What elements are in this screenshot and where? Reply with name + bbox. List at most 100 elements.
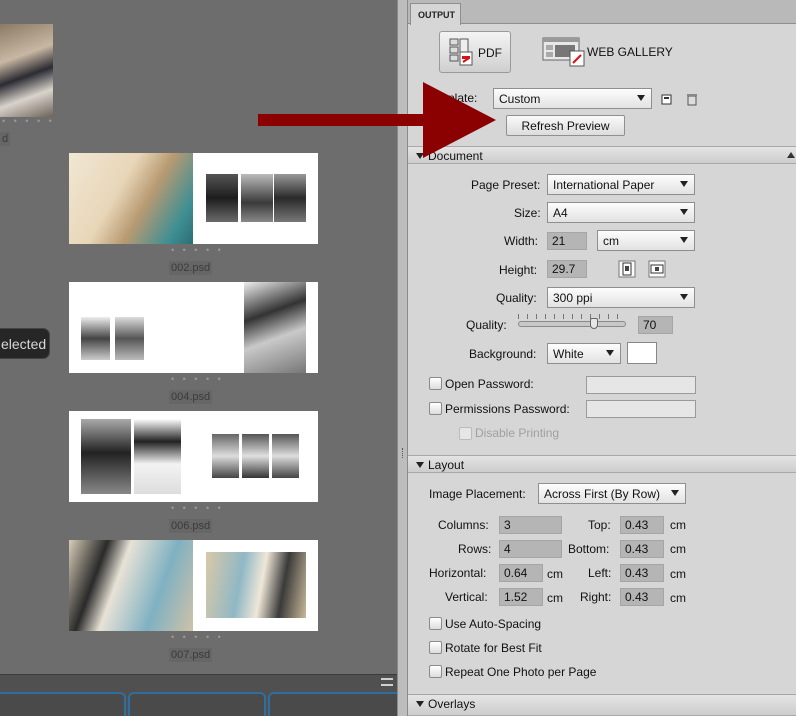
tab-output[interactable]: OUTPUT (410, 3, 461, 25)
right-field[interactable]: 0.43 (620, 588, 664, 606)
splitter-grip[interactable] (402, 448, 404, 458)
selected-badge[interactable]: elected (0, 328, 50, 359)
size-select[interactable]: A4 (547, 202, 695, 223)
horizontal-field[interactable]: 0.64 (499, 564, 543, 582)
page-thumbnail-004[interactable] (69, 282, 318, 373)
page-photo (242, 434, 269, 478)
width-field[interactable]: 21 (547, 232, 587, 250)
page-dots: • • • • • (171, 374, 224, 384)
chevron-down-icon (680, 209, 688, 215)
auto-spacing-label: Use Auto-Spacing (445, 617, 542, 631)
permissions-password-checkbox[interactable] (429, 402, 442, 415)
background-color-swatch[interactable] (627, 342, 657, 364)
unit-value: cm (603, 234, 619, 248)
filmstrip-tile[interactable] (268, 692, 397, 716)
background-label: Background: (469, 347, 537, 361)
image-placement-select[interactable]: Across First (By Row) (538, 483, 686, 504)
page-photo (69, 153, 193, 244)
horizontal-label: Horizontal: (429, 566, 487, 580)
page-dots: • • • • • (171, 245, 224, 255)
vertical-unit: cm (547, 591, 563, 605)
pdf-icon (449, 38, 473, 66)
chevron-down-icon (680, 294, 688, 300)
quality-slider-ticks (518, 314, 626, 319)
open-password-checkbox[interactable] (429, 377, 442, 390)
image-placement-value: Across First (By Row) (544, 487, 661, 501)
landscape-orientation-icon[interactable] (648, 260, 666, 278)
quality-slider-track[interactable] (518, 321, 626, 327)
background-value: White (553, 347, 584, 361)
web-gallery-button[interactable]: WEB GALLERY (539, 31, 679, 73)
layout-section-header[interactable]: Layout (408, 455, 796, 473)
page-dots: • • • • • (171, 632, 224, 642)
chevron-down-icon (680, 237, 688, 243)
auto-spacing-checkbox[interactable] (429, 617, 442, 630)
top-field[interactable]: 0.43 (620, 516, 664, 534)
disclosure-triangle-icon (416, 462, 424, 468)
disable-printing-label: Disable Printing (475, 426, 560, 440)
filmstrip-tile[interactable] (0, 692, 126, 716)
vertical-field[interactable]: 1.52 (499, 588, 543, 606)
bottom-label: Bottom: (568, 542, 610, 556)
rows-field[interactable]: 4 (499, 540, 562, 558)
top-unit: cm (670, 518, 686, 532)
chevron-down-icon (671, 490, 679, 496)
page-photo (134, 419, 181, 494)
panel-menu-icon[interactable] (381, 678, 393, 686)
columns-label: Columns: (438, 518, 489, 532)
annotation-arrow (258, 82, 496, 158)
page-thumbnail-006[interactable] (69, 411, 318, 502)
chevron-down-icon (680, 181, 688, 187)
right-label: Right: (580, 590, 612, 604)
delete-template-icon[interactable] (685, 92, 699, 106)
template-select[interactable]: Custom (493, 88, 652, 109)
page-photo (241, 174, 273, 222)
open-password-field[interactable] (586, 376, 696, 394)
bottom-field[interactable]: 0.43 (620, 540, 664, 558)
portrait-orientation-icon[interactable] (618, 260, 636, 278)
page-photo (212, 434, 239, 478)
disable-printing-checkbox[interactable] (459, 427, 472, 440)
permissions-password-label: Permissions Password: (445, 402, 570, 416)
pdf-button[interactable]: PDF (439, 31, 511, 73)
quality-select-value: 300 ppi (553, 291, 593, 305)
horizontal-unit: cm (547, 567, 563, 581)
overlays-section-title: Overlays (428, 697, 476, 711)
quality-slider-thumb[interactable] (589, 318, 598, 329)
panel-tab-bar: OUTPUT (408, 0, 796, 25)
filmstrip-tile[interactable] (128, 692, 266, 716)
web-gallery-button-label: WEB GALLERY (587, 45, 673, 59)
page-filename: 004.psd (169, 390, 213, 404)
scroll-up-icon[interactable] (787, 152, 795, 158)
page-photo (69, 540, 193, 631)
page-photo (81, 419, 131, 494)
page-photo (206, 552, 306, 618)
rotate-best-fit-checkbox[interactable] (429, 641, 442, 654)
page-photo (206, 174, 238, 222)
background-select[interactable]: White (547, 343, 621, 364)
quality-select[interactable]: 300 ppi (547, 287, 695, 308)
permissions-password-field[interactable] (586, 400, 696, 418)
chevron-down-icon (606, 350, 614, 356)
height-label: Height: (499, 263, 538, 277)
quality-slider-field[interactable]: 70 (638, 316, 673, 334)
disclosure-triangle-icon (416, 701, 424, 707)
page-filename: 002.psd (169, 261, 213, 275)
page-preset-label: Page Preset: (471, 178, 541, 192)
page-preset-select[interactable]: International Paper (547, 174, 695, 195)
overlays-section-header[interactable]: Overlays (408, 694, 796, 716)
repeat-one-photo-checkbox[interactable] (429, 665, 442, 678)
save-template-icon[interactable] (660, 92, 674, 106)
bottom-unit: cm (670, 542, 686, 556)
refresh-preview-button[interactable]: Refresh Preview (506, 115, 625, 136)
left-field[interactable]: 0.43 (620, 564, 664, 582)
height-field[interactable]: 29.7 (547, 260, 587, 278)
thumbnail-image[interactable] (0, 24, 53, 117)
thumbnail-filename: d (0, 132, 11, 146)
columns-field[interactable]: 3 (499, 516, 562, 534)
repeat-one-photo-label: Repeat One Photo per Page (445, 665, 597, 679)
page-dots: • • • • • (171, 503, 224, 513)
page-thumbnail-007[interactable] (69, 540, 318, 631)
unit-select[interactable]: cm (597, 230, 695, 251)
rows-label: Rows: (458, 542, 492, 556)
